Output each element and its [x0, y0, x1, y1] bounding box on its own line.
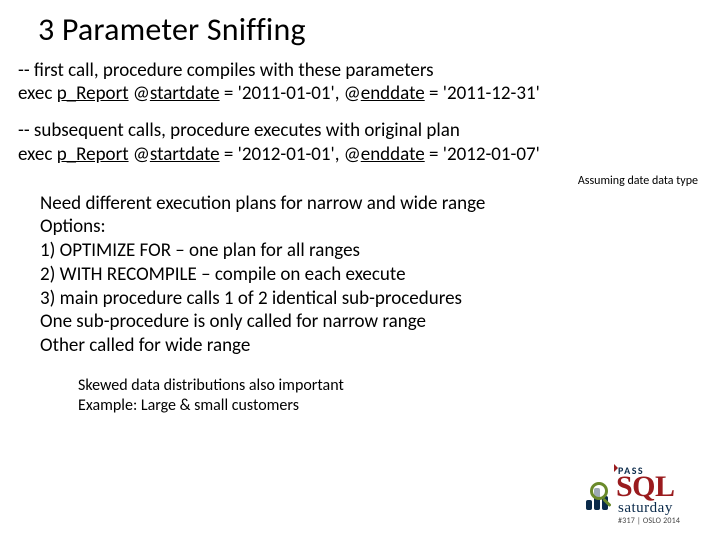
body-line: 3) main procedure calls 1 of 2 identical… [40, 287, 702, 311]
code-comment-2: -- subsequent calls, procedure executes … [18, 119, 702, 142]
slide: 3 Parameter Sniffing -- first call, proc… [0, 0, 720, 540]
sql-saturday-logo: PASS SQL saturday #317 | OSLO 2014 [584, 464, 702, 526]
magnifier-icon [590, 482, 608, 500]
body-line: One sub-procedure is only called for nar… [40, 310, 702, 334]
body-line: Need different execution plans for narro… [40, 192, 702, 216]
code-comment-1: -- first call, procedure compiles with t… [18, 59, 702, 82]
logo-saturday-text: saturday [618, 500, 673, 517]
code-block-1: -- first call, procedure compiles with t… [18, 59, 702, 105]
body-line: Other called for wide range [40, 334, 702, 358]
code-stmt-1: exec p_Report @startdate = '2011-01-01',… [18, 82, 702, 105]
caption-assuming: Assuming date data type [18, 174, 702, 188]
footnote: Skewed data distributions also important… [78, 376, 702, 416]
logo-event-text: #317 | OSLO 2014 [618, 516, 680, 526]
logo-sql-text: SQL [616, 472, 675, 502]
footnote-line: Skewed data distributions also important [78, 376, 702, 396]
bar-icon [586, 500, 592, 510]
body-line: Options: [40, 215, 702, 239]
slide-title: 3 Parameter Sniffing [38, 10, 702, 49]
body-line: 2) WITH RECOMPILE – compile on each exec… [40, 263, 702, 287]
code-stmt-2: exec p_Report @startdate = '2012-01-01',… [18, 143, 702, 166]
body-line: 1) OPTIMIZE FOR – one plan for all range… [40, 239, 702, 263]
body-text: Need different execution plans for narro… [40, 192, 702, 358]
code-block-2: -- subsequent calls, procedure executes … [18, 119, 702, 165]
footnote-line: Example: Large & small customers [78, 396, 702, 416]
